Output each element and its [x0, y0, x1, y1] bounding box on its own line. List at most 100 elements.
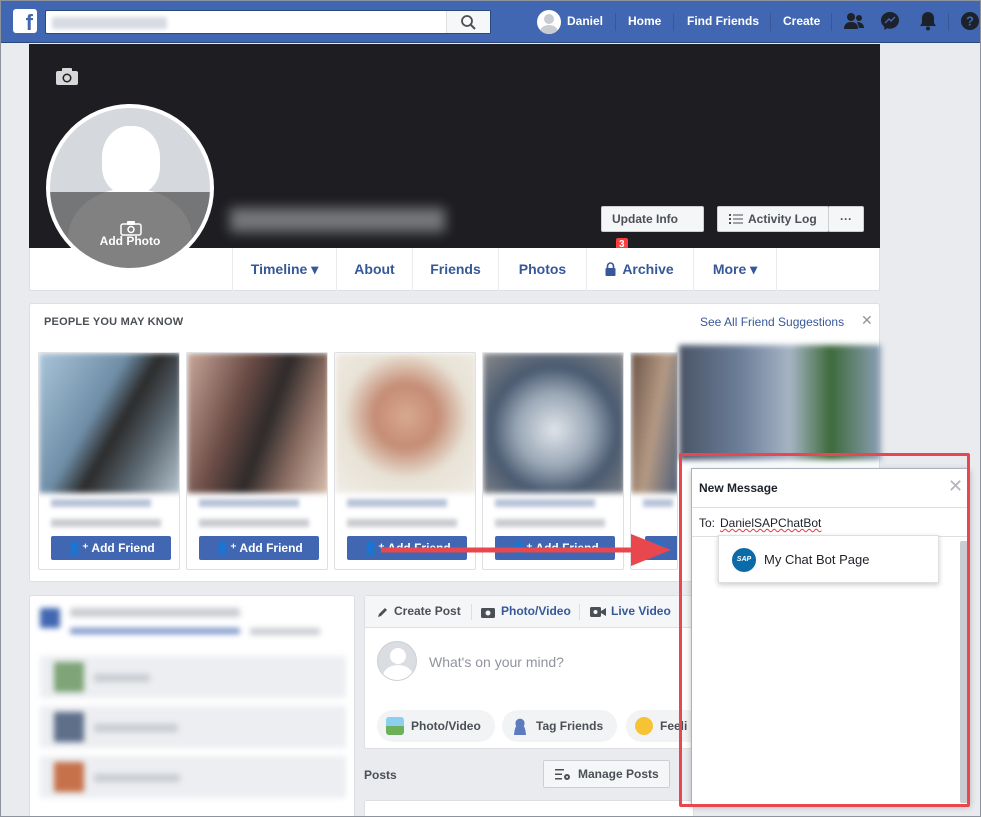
list-item-blurred	[94, 724, 178, 732]
add-friend-label: Add Friend	[91, 541, 155, 555]
create-post-composer: Create Post Photo/Video Live Video What'…	[364, 595, 695, 749]
person-detail-blurred	[347, 519, 457, 527]
person-name-blurred	[643, 499, 673, 507]
add-friend-button[interactable]: 👤⁺ Add Friend	[199, 536, 319, 560]
person-photo[interactable]	[631, 353, 677, 493]
divider	[471, 604, 472, 620]
search-button[interactable]	[446, 11, 490, 33]
settings-list-icon	[555, 769, 570, 780]
tab-photos[interactable]: Photos	[498, 248, 586, 291]
list-item[interactable]: 👤⁺ Add Friend	[38, 352, 180, 570]
tab-photo-video[interactable]: Photo/Video	[501, 604, 571, 618]
list-item[interactable]: 👤⁺ Add Friend	[186, 352, 328, 570]
add-friend-label: Add Friend	[535, 541, 599, 555]
see-all-suggestions-link[interactable]: See All Friend Suggestions	[700, 315, 844, 329]
add-friend-label: Add Friend	[387, 541, 451, 555]
divider	[673, 13, 674, 31]
search-text-blurred	[52, 17, 167, 29]
tab-archive[interactable]: Archive	[586, 248, 693, 291]
add-friend-button[interactable]: 👤⁺ Add Friend	[495, 536, 615, 560]
nav-create[interactable]: Create	[783, 0, 820, 43]
list-item[interactable]: 👤⁺Ad	[630, 352, 678, 570]
close-icon[interactable]: ✕	[861, 312, 873, 329]
tag-friends-button[interactable]: Tag Friends	[502, 710, 617, 742]
composer-tabs: Create Post Photo/Video Live Video	[365, 596, 693, 628]
add-friend-button[interactable]: 👤⁺ Add Friend	[347, 536, 467, 560]
feeling-label: Feeli	[660, 719, 688, 733]
tab-more[interactable]: More ▾	[693, 248, 777, 291]
manage-posts-button[interactable]: Manage Posts	[543, 760, 670, 788]
add-friend-icon: 👤⁺	[651, 541, 666, 555]
friend-requests-icon[interactable]	[843, 10, 865, 32]
list-item-blurred	[94, 774, 180, 782]
camera-icon[interactable]	[55, 66, 79, 86]
list-item-blurred	[54, 712, 84, 742]
tag-friends-label: Tag Friends	[536, 719, 604, 733]
tab-timeline[interactable]: Timeline ▾	[232, 248, 336, 291]
add-friend-icon: 👤⁺	[363, 541, 388, 555]
photo-icon	[386, 717, 404, 735]
divider	[615, 13, 616, 31]
progress-bar-blurred	[70, 628, 240, 634]
divider	[831, 13, 832, 31]
recipient-suggestion[interactable]: SAP My Chat Bot Page	[718, 535, 939, 583]
lock-icon	[605, 262, 616, 276]
add-friend-icon: 👤⁺	[215, 541, 240, 555]
pencil-icon	[378, 608, 387, 617]
person-detail-blurred	[495, 519, 605, 527]
post-input[interactable]: What's on your mind?	[429, 654, 564, 670]
feeling-activity-button[interactable]: Feeli	[626, 710, 695, 742]
profile-picture[interactable]: Add Photo	[46, 104, 214, 272]
notifications-icon[interactable]	[917, 10, 939, 32]
photo-video-label: Photo/Video	[411, 719, 481, 733]
add-photo-label[interactable]: Add Photo	[50, 234, 210, 248]
add-friend-button[interactable]: 👤⁺ Add Friend	[51, 536, 171, 560]
list-item-blurred	[40, 656, 346, 698]
intro-card	[29, 595, 355, 817]
avatar[interactable]	[537, 10, 561, 34]
tab-live-video[interactable]: Live Video	[611, 604, 671, 618]
facebook-logo[interactable]: f	[13, 9, 37, 33]
person-photo[interactable]	[483, 353, 623, 493]
update-info-button[interactable]: Update Info3	[601, 206, 704, 251]
close-icon[interactable]: ✕	[948, 477, 963, 495]
tag-friends-icon	[511, 717, 529, 735]
photo-video-button[interactable]: Photo/Video	[377, 710, 495, 742]
list-item-blurred	[54, 762, 84, 792]
nav-home[interactable]: Home	[628, 0, 661, 43]
list-item-blurred	[40, 756, 346, 798]
activity-log-label: Activity Log	[748, 212, 817, 226]
scrollbar[interactable]	[960, 541, 968, 803]
tab-create-post[interactable]: Create Post	[394, 604, 461, 618]
posts-heading: Posts	[364, 768, 397, 782]
divider	[770, 13, 771, 31]
camera-icon	[481, 608, 495, 618]
list-item[interactable]: 👤⁺ Add Friend	[482, 352, 624, 570]
person-photo[interactable]	[335, 353, 475, 493]
list-item-blurred	[54, 662, 84, 692]
profile-completion-blurred	[40, 608, 60, 628]
post-card	[364, 800, 694, 817]
search-input[interactable]	[45, 10, 491, 34]
profile-name-blurred	[230, 208, 445, 232]
messenger-icon[interactable]	[879, 10, 901, 32]
search-icon	[461, 15, 476, 30]
person-photo[interactable]	[187, 353, 327, 493]
person-photo[interactable]	[39, 353, 179, 493]
activity-log-button[interactable]: Activity Log	[717, 206, 829, 232]
add-friend-icon: 👤⁺	[67, 541, 92, 555]
profile-link[interactable]: Daniel	[567, 0, 603, 43]
nav-find-friends[interactable]: Find Friends	[687, 0, 759, 43]
blurred-background-photos	[679, 345, 881, 460]
recipient-field[interactable]: To: DanielSAPChatBot	[692, 507, 969, 537]
add-friend-button[interactable]: 👤⁺Ad	[645, 536, 677, 560]
help-icon[interactable]: ?	[959, 10, 981, 32]
sap-logo: SAP	[732, 548, 756, 572]
recipient-input[interactable]: DanielSAPChatBot	[720, 516, 821, 530]
more-options-button[interactable]: ···	[828, 206, 864, 232]
person-name-blurred	[347, 499, 447, 507]
tab-friends[interactable]: Friends	[412, 248, 498, 291]
divider	[579, 604, 580, 620]
list-item[interactable]: 👤⁺ Add Friend	[334, 352, 476, 570]
tab-about[interactable]: About	[336, 248, 412, 291]
